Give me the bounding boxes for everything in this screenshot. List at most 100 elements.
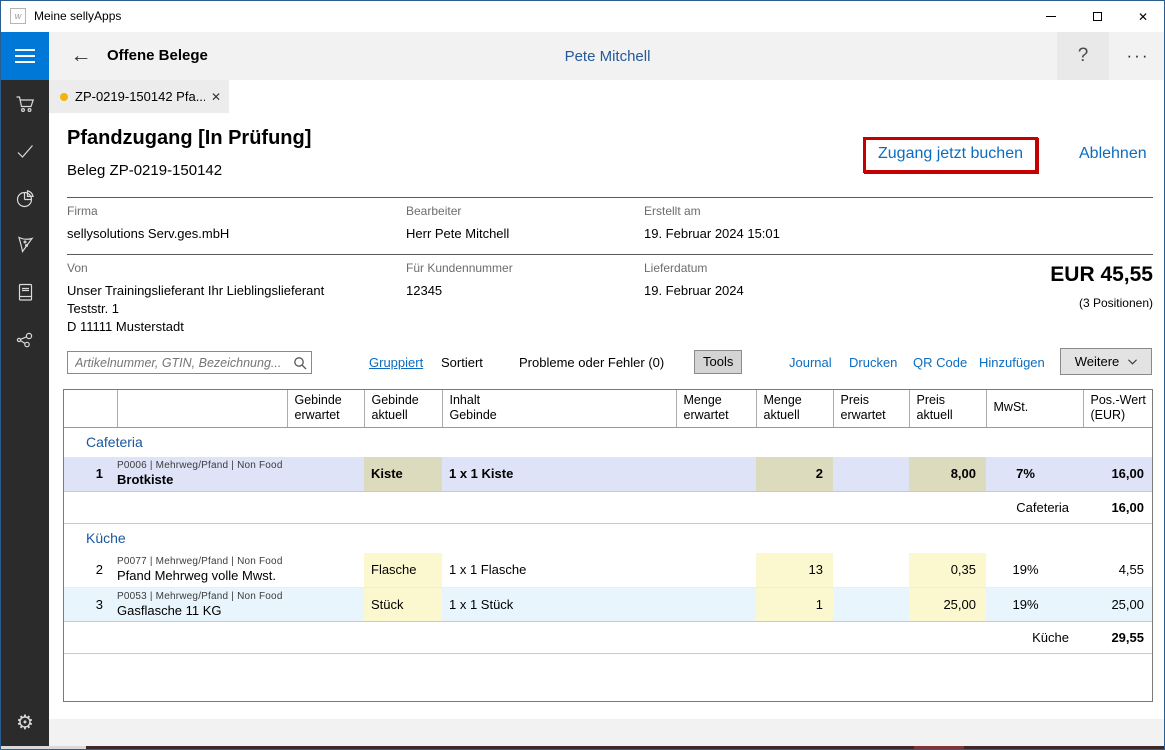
von-label: Von (67, 261, 88, 275)
col-header-gebinde-aktuell[interactable]: Gebinde aktuell (364, 390, 443, 428)
firma-label: Firma (67, 204, 98, 218)
menge-aktuell-cell[interactable]: 2 (756, 457, 833, 491)
share-network-icon (16, 332, 33, 347)
app-icon: w (10, 8, 26, 24)
mwst-cell: 19% (986, 553, 1083, 588)
positions-table: Gebinde erwartet Gebinde aktuell Inhalt Geb… (63, 389, 1153, 702)
col-header-menge-aktuell[interactable]: Menge aktuell (756, 390, 834, 428)
subtotal-label: Cafeteria (986, 490, 1083, 524)
group-subtotal-row: Küche 29,55 (64, 620, 1152, 654)
mwst-cell: 19% (986, 587, 1083, 621)
document-number: Beleg ZP-0219-150142 (67, 162, 223, 179)
article-meta: P0006 | Mehrweg/Pfand | Non Food (117, 460, 283, 472)
col-header-empty (64, 390, 118, 428)
gebinde-aktuell-cell[interactable]: Stück (364, 587, 442, 621)
check-icon (17, 144, 33, 158)
table-row[interactable]: 2 P0077 | Mehrweg/Pfand | Non Food Pfand… (64, 553, 1152, 588)
pennant-icon (18, 235, 34, 253)
col-header-pos-wert[interactable]: Pos.-Wert (EUR) (1083, 390, 1152, 428)
article-search (67, 351, 312, 374)
document-view: Pfandzugang [In Prüfung] Beleg ZP-0219-1… (49, 113, 1164, 719)
tools-button[interactable]: Tools (694, 350, 743, 374)
lieferdatum-label: Lieferdatum (644, 261, 708, 275)
kundennummer-value: 12345 (406, 283, 443, 298)
print-link[interactable]: Drucken (849, 355, 897, 370)
hamburger-menu-button[interactable] (1, 32, 49, 80)
problems-toggle[interactable]: Probleme oder Fehler (0) (519, 355, 664, 370)
minimize-icon (1046, 16, 1056, 17)
app-window: w Meine sellyApps ✕ ← Offene Belege Pete… (0, 0, 1165, 750)
article-name: Pfand Mehrweg volle Mwst. (117, 568, 276, 584)
sidebar-item-cart[interactable] (1, 80, 49, 127)
col-header-inhalt-gebinde[interactable]: Inhalt Gebinde (442, 390, 677, 428)
more-actions-dropdown[interactable]: Weitere (1060, 348, 1152, 375)
unsaved-dot-icon (60, 92, 68, 101)
page-header: ← Offene Belege Pete Mitchell ? ··· (49, 32, 1164, 80)
kundennummer-label: Für Kundennummer (406, 261, 513, 275)
gebinde-aktuell-cell[interactable]: Kiste (364, 457, 442, 491)
document-tab[interactable]: ZP-0219-150142 Pfa... ✕ (49, 80, 229, 113)
group-header-kueche[interactable]: Küche (64, 523, 1152, 553)
col-header-preis-erwartet[interactable]: Preis erwartet (833, 390, 910, 428)
maximize-button[interactable] (1074, 1, 1120, 32)
minimize-button[interactable] (1028, 1, 1074, 32)
help-button[interactable]: ? (1057, 32, 1109, 80)
col-header-gebinde-erwartet[interactable]: Gebinde erwartet (287, 390, 365, 428)
reject-button[interactable]: Ablehnen (1079, 145, 1147, 163)
search-input[interactable] (68, 355, 289, 370)
col-header-mwst[interactable]: MwSt. (986, 390, 1084, 428)
qr-code-link[interactable]: QR Code (913, 355, 967, 370)
sidebar-item-tasks[interactable] (1, 127, 49, 174)
table-row[interactable]: 3 P0053 | Mehrweg/Pfand | Non Food Gasfl… (64, 587, 1152, 621)
pie-chart-icon (16, 189, 34, 207)
user-name[interactable]: Pete Mitchell (49, 48, 1164, 65)
preis-aktuell-cell[interactable]: 0,35 (909, 553, 986, 588)
lieferdatum-value: 19. Februar 2024 (644, 283, 744, 298)
chevron-down-icon (1128, 358, 1138, 365)
inhalt-gebinde-cell: 1 x 1 Flasche (442, 553, 676, 588)
taskbar-edge (1, 746, 1164, 749)
close-button[interactable]: ✕ (1120, 1, 1164, 32)
book-entry-button[interactable]: Zugang jetzt buchen (878, 145, 1023, 162)
menge-aktuell-cell[interactable]: 1 (756, 587, 833, 621)
sidebar-item-offers[interactable] (1, 221, 49, 268)
von-line1: Unser Trainingslieferant Ihr Lieblingsli… (67, 283, 325, 298)
sidebar-item-share[interactable] (1, 315, 49, 362)
group-header-cafeteria[interactable]: Cafeteria (64, 427, 1152, 457)
row-number: 3 (64, 587, 117, 621)
tab-close-icon[interactable]: ✕ (211, 90, 221, 104)
sidebar-item-settings[interactable]: ⚙ (1, 702, 49, 742)
gear-icon: ⚙ (16, 711, 34, 734)
preis-aktuell-cell[interactable]: 8,00 (909, 457, 986, 491)
journal-link[interactable]: Journal (789, 355, 832, 370)
article-cell: P0077 | Mehrweg/Pfand | Non Food Pfand M… (117, 553, 287, 588)
more-options-button[interactable]: ··· (1112, 32, 1164, 80)
article-meta: P0077 | Mehrweg/Pfand | Non Food (117, 556, 283, 568)
sidebar-item-catalog[interactable] (1, 268, 49, 315)
bottom-spacer (49, 719, 1164, 746)
preis-aktuell-cell[interactable]: 25,00 (909, 587, 986, 621)
sidebar-nav: ⚙ (1, 80, 49, 746)
cart-icon (16, 95, 35, 112)
col-header-preis-aktuell[interactable]: Preis aktuell (909, 390, 987, 428)
highlight-annotation-box: Zugang jetzt buchen (863, 137, 1038, 173)
table-header-row: Gebinde erwartet Gebinde aktuell Inhalt Geb… (64, 390, 1152, 428)
position-count: (3 Positionen) (1078, 296, 1153, 310)
grouped-toggle[interactable]: Gruppiert (369, 355, 423, 370)
col-header-menge-erwartet[interactable]: Menge erwartet (676, 390, 757, 428)
article-name: Brotkiste (117, 472, 174, 488)
title-bar: w Meine sellyApps ✕ (1, 1, 1164, 32)
table-row[interactable]: 1 P0006 | Mehrweg/Pfand | Non Food Brotk… (64, 457, 1152, 491)
gebinde-aktuell-cell[interactable]: Flasche (364, 553, 442, 588)
search-icon[interactable] (289, 356, 311, 370)
sorted-toggle[interactable]: Sortiert (441, 355, 483, 370)
col-header-article (117, 390, 288, 428)
subtotal-label: Küche (986, 620, 1083, 654)
sidebar-item-reports[interactable] (1, 174, 49, 221)
firma-value: sellysolutions Serv.ges.mbH (67, 226, 230, 241)
menge-aktuell-cell[interactable]: 13 (756, 553, 833, 588)
bearbeiter-label: Bearbeiter (406, 204, 462, 218)
pos-wert-cell: 25,00 (1083, 587, 1152, 621)
pos-wert-cell: 16,00 (1083, 457, 1152, 491)
add-link[interactable]: Hinzufügen (979, 355, 1045, 370)
